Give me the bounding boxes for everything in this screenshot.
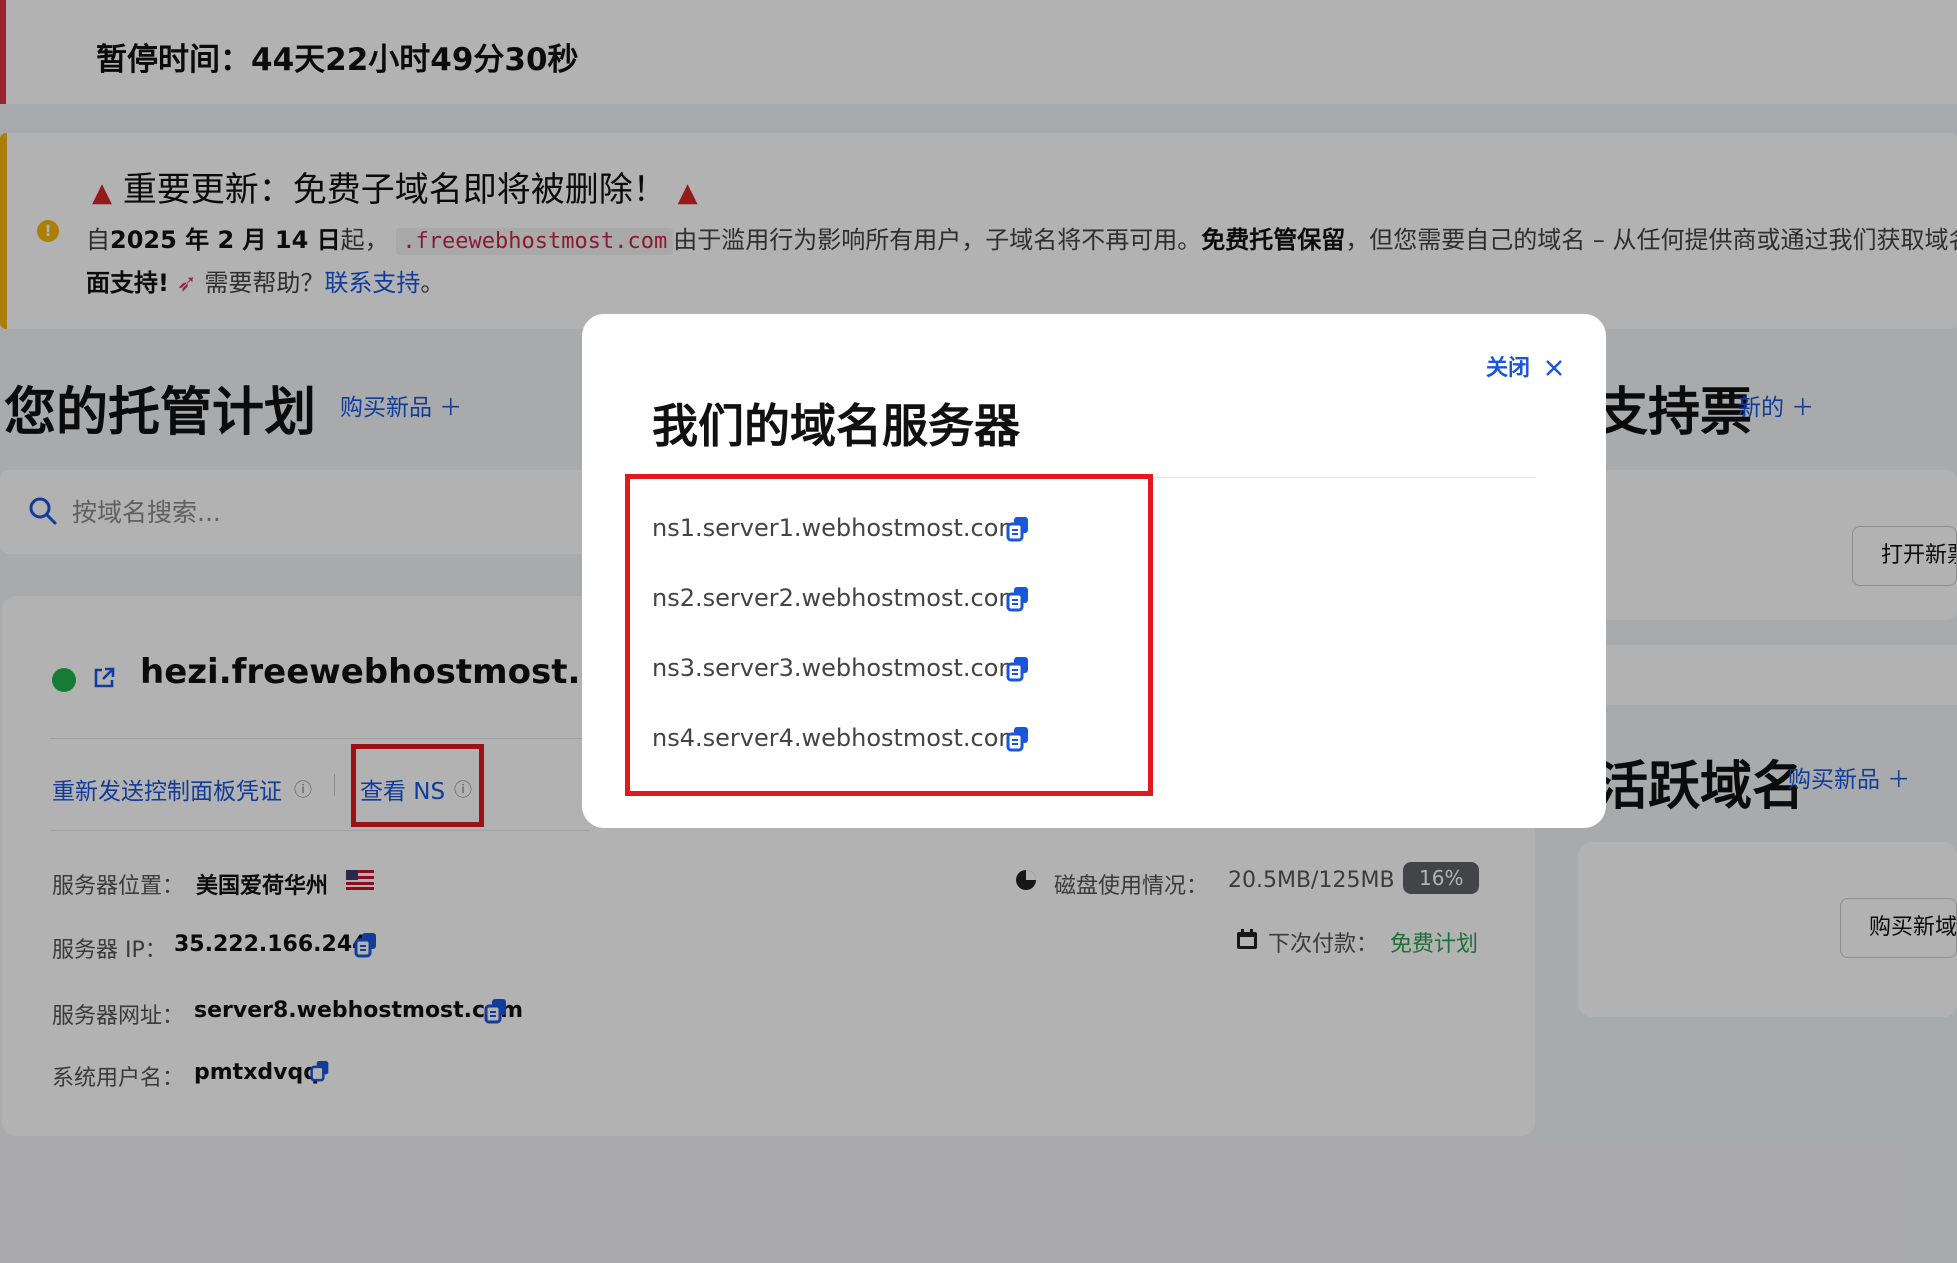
close-label: 关闭 [1486, 356, 1531, 381]
nameservers-highlight-box [625, 474, 1153, 796]
close-icon [1545, 360, 1562, 376]
close-button[interactable]: 关闭 [1486, 350, 1564, 382]
modal-title: 我们的域名服务器 [652, 399, 1020, 453]
